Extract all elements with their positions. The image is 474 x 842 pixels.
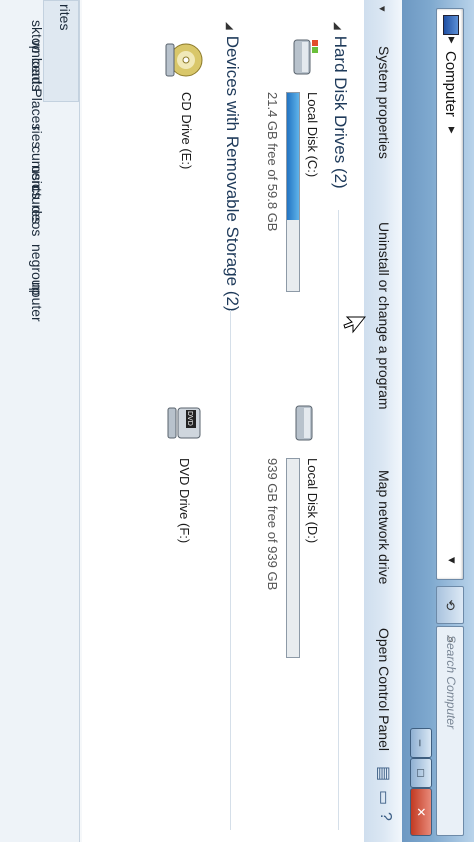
drive-e-name[interactable]: CD Drive (E:) [179,92,194,169]
address-bar[interactable]: ▸ Computer ▸ ▾ [436,8,464,580]
command-bar: ▾ System properties Uninstall or change … [363,0,402,842]
breadcrumb-arrow-icon[interactable]: ▸ [444,37,460,44]
maximize-button[interactable]: □ [410,758,432,788]
map-network-drive-button[interactable]: Map network drive [376,470,392,584]
refresh-button[interactable]: ⟲ [436,586,464,624]
computer-icon [443,15,459,35]
collapse-triangle-icon[interactable]: ◢ [332,22,343,30]
group-separator [230,310,231,830]
hard-disk-icon [293,39,318,75]
dvd-badge: DVD [186,411,193,426]
title-bar: ▸ Computer ▸ ▾ ⟲ Search Computer ⌕ – □ ✕ [402,0,474,842]
mouse-cursor-icon [343,316,366,334]
drive-c-name: Local Disk (C:) [305,92,320,178]
cd-drive-icon [165,43,203,77]
drive-c-usage-fill [287,93,299,220]
drive-c-free-space: 21.4 GB free of 59.8 GB [265,92,280,232]
search-icon[interactable]: ⌕ [443,635,459,829]
system-properties-button[interactable]: System properties [376,46,392,159]
organize-chevron-icon[interactable]: ▾ [376,6,392,12]
drive-d-usage-bar [286,458,300,658]
breadcrumb-computer[interactable]: Computer [442,51,459,117]
breadcrumb-arrow-icon[interactable]: ▸ [444,127,460,134]
minimize-button[interactable]: – [410,728,432,758]
open-control-panel-button[interactable]: Open Control Panel [376,628,392,751]
preview-pane-icon[interactable]: ▭ [374,790,394,805]
window-controls: – □ ✕ [410,728,432,838]
group-header-removable[interactable]: ◢Devices with Removable Storage (2) [222,22,242,312]
hard-disk-icon [295,405,313,441]
dvd-drive-icon: DVD [167,407,201,439]
search-input[interactable]: Search Computer ⌕ [436,626,464,836]
uninstall-program-button[interactable]: Uninstall or change a program [376,222,392,410]
help-icon[interactable]: ? [376,812,394,821]
drive-f-name[interactable]: DVD Drive (F:) [177,458,192,543]
content-pane: ◢Hard Disk Drives (2) Local Disk (C:) 21… [82,0,366,842]
group-header-hard-disks[interactable]: ◢Hard Disk Drives (2) [330,22,350,189]
close-button[interactable]: ✕ [410,788,432,836]
drive-d-free-space: 939 GB free of 939 GB [265,458,280,591]
navigation-labels [0,0,80,842]
drive-c-usage-bar [286,92,300,292]
view-options-icon[interactable]: ▤ [374,766,394,781]
drive-d-name: Local Disk (D:) [305,458,320,544]
group-separator [338,210,339,830]
collapse-triangle-icon[interactable]: ◢ [224,22,235,30]
dropdown-arrow-icon[interactable]: ▾ [444,557,460,564]
